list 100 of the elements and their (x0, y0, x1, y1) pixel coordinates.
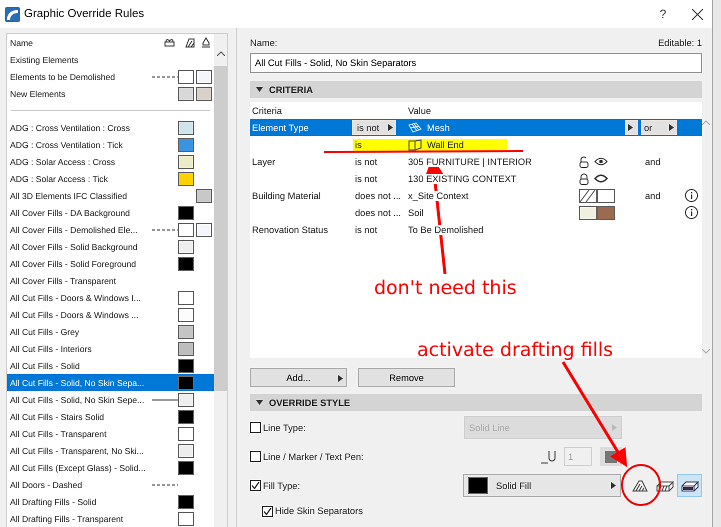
section-header[interactable]: OVERRIDE STYLE (250, 394, 702, 411)
value-text: Mesh (427, 122, 450, 132)
column-header[interactable]: Name (10, 38, 164, 48)
section-header[interactable]: CRITERIA (250, 81, 702, 98)
scroll-up-icon[interactable] (216, 51, 224, 56)
block-icon (680, 480, 698, 492)
rule-name[interactable]: All Cut Fills - Doors & Windows ... (10, 310, 150, 320)
mesh-icon (408, 122, 422, 133)
name-label: Name: (250, 38, 278, 48)
rule-name[interactable]: ADG : Cross Ventilation : Tick (10, 140, 150, 150)
caret-icon (388, 124, 393, 131)
annotation-text: activate drafting fills (417, 339, 614, 361)
rule-name[interactable]: All Cut Fills - Solid (10, 360, 150, 370)
rule-name[interactable]: All Cut Fills - Solid, No Skin Sepe... (10, 394, 150, 404)
pen-icon (541, 450, 556, 464)
name-field[interactable]: All Cut Fills - Solid, No Skin Separators (250, 53, 702, 73)
annotation-text: don't need this (374, 277, 517, 299)
operator-dropdown[interactable]: is not (352, 120, 396, 135)
value-text: 305 FURNITURE | INTERIOR (408, 156, 532, 166)
rule-name[interactable]: New Elements (10, 88, 150, 98)
dashed-line-icon (152, 76, 178, 78)
rule-name[interactable]: All Cut Fills - Transparent (10, 428, 150, 438)
operator-text: is not (355, 174, 378, 184)
rule-name[interactable]: All Cut Fills (Except Glass) - Solid... (10, 462, 150, 472)
closed-eye-icon[interactable] (594, 174, 608, 183)
solid-line-icon (152, 398, 178, 400)
rule-name[interactable]: All Cover Fills - Demolished Ele... (10, 224, 150, 234)
scrollbar-thumb[interactable] (214, 66, 227, 391)
rule-name[interactable]: All Cover Fills - Transparent (10, 276, 150, 286)
column-header: Value (408, 106, 432, 116)
criteria-name: Layer (252, 156, 276, 166)
info-icon[interactable] (685, 189, 698, 202)
criteria-name: Building Material (252, 190, 321, 200)
dashed-line-icon (152, 484, 178, 486)
unlock-icon[interactable] (579, 156, 589, 168)
rule-name[interactable]: All Cover Fills - DA Background (10, 208, 150, 218)
hatch-fill-icon (632, 480, 648, 492)
column-header: Criteria (251, 106, 283, 116)
line-type-label: Line Type: (263, 422, 306, 432)
value-text: x_Site Context (408, 190, 468, 200)
lock-icon[interactable] (579, 172, 589, 184)
conjunction-text: and (644, 156, 661, 166)
rule-name[interactable]: Elements to be Demolished (10, 72, 150, 82)
operator-text: does not ... (355, 208, 401, 218)
caret-icon (338, 375, 343, 382)
value-text: 130 EXISTING CONTEXT (408, 174, 516, 184)
value-text: Soil (408, 208, 424, 218)
rule-name[interactable]: All Cut Fills - Transparent, No Ski... (10, 446, 150, 456)
eye-icon[interactable] (594, 157, 608, 166)
remove-button[interactable]: Remove (358, 368, 455, 387)
dashed-line-icon (152, 228, 178, 230)
collapse-icon[interactable] (256, 400, 263, 405)
app-logo-icon (5, 6, 20, 22)
rule-name[interactable]: ADG : Cross Ventilation : Cross (10, 122, 150, 132)
checkbox[interactable] (250, 480, 261, 491)
fill-mode-button[interactable] (677, 474, 702, 497)
info-icon[interactable] (685, 206, 698, 219)
fill-type-label: Fill Type: (263, 480, 300, 490)
annotation-circle (621, 464, 661, 506)
criteria-name: Element Type (252, 122, 309, 132)
editable-count: Editable: 1 (658, 38, 702, 48)
add-button[interactable]: Add... (250, 368, 347, 387)
conjunction-text: and (644, 190, 661, 200)
value-text: To Be Demolished (408, 224, 484, 234)
rule-name[interactable]: All Drafting Fills - Transparent (10, 514, 150, 524)
pen-icon (202, 37, 210, 48)
checkbox[interactable] (262, 506, 273, 516)
close-icon (692, 8, 702, 20)
criteria-name: Renovation Status (252, 224, 328, 234)
fill-type-dropdown[interactable]: Solid Fill (463, 474, 621, 497)
wall-end-icon (408, 138, 422, 150)
rule-name[interactable]: ADG : Solar Access : Tick (10, 174, 150, 184)
checkbox[interactable] (250, 451, 261, 462)
cut-fill-icon (164, 38, 175, 47)
checkbox[interactable] (250, 422, 261, 433)
rule-name[interactable]: All Doors - Dashed (10, 480, 150, 490)
caret-icon (628, 124, 633, 131)
rule-name[interactable]: All Cut Fills - Grey (10, 326, 150, 336)
hatch-fill-icon (185, 38, 195, 48)
rule-name[interactable]: All Cover Fills - Solid Background (10, 242, 150, 252)
collapse-icon[interactable] (256, 87, 263, 92)
help-button[interactable]: ? (648, 7, 678, 21)
rule-name[interactable]: All Cut Fills - Doors & Windows I... (10, 292, 150, 302)
rule-name[interactable]: All Cut Fills - Interiors (10, 344, 150, 354)
rule-name[interactable]: ADG : Solar Access : Cross (10, 156, 150, 166)
conjunction-dropdown[interactable]: or (641, 120, 677, 135)
value-text: Wall End (427, 140, 464, 150)
block-icon (656, 480, 674, 492)
rule-name[interactable]: All Cover Fills - Solid Foreground (10, 258, 150, 268)
caret-icon (612, 424, 617, 431)
rule-name[interactable]: All 3D Elements IFC Classified (10, 190, 150, 200)
operator-text: is not (355, 224, 378, 234)
operator-text: is not (355, 156, 378, 166)
window-title: Graphic Override Rules (24, 8, 146, 20)
operator-text: does not ... (355, 190, 401, 200)
rule-name[interactable]: All Drafting Fills - Solid (10, 496, 150, 506)
rule-name[interactable]: All Cut Fills - Stairs Solid (10, 412, 150, 422)
caret-icon (611, 482, 616, 489)
rule-name[interactable]: Existing Elements (10, 54, 150, 64)
value-dropdown-button[interactable] (625, 120, 638, 135)
